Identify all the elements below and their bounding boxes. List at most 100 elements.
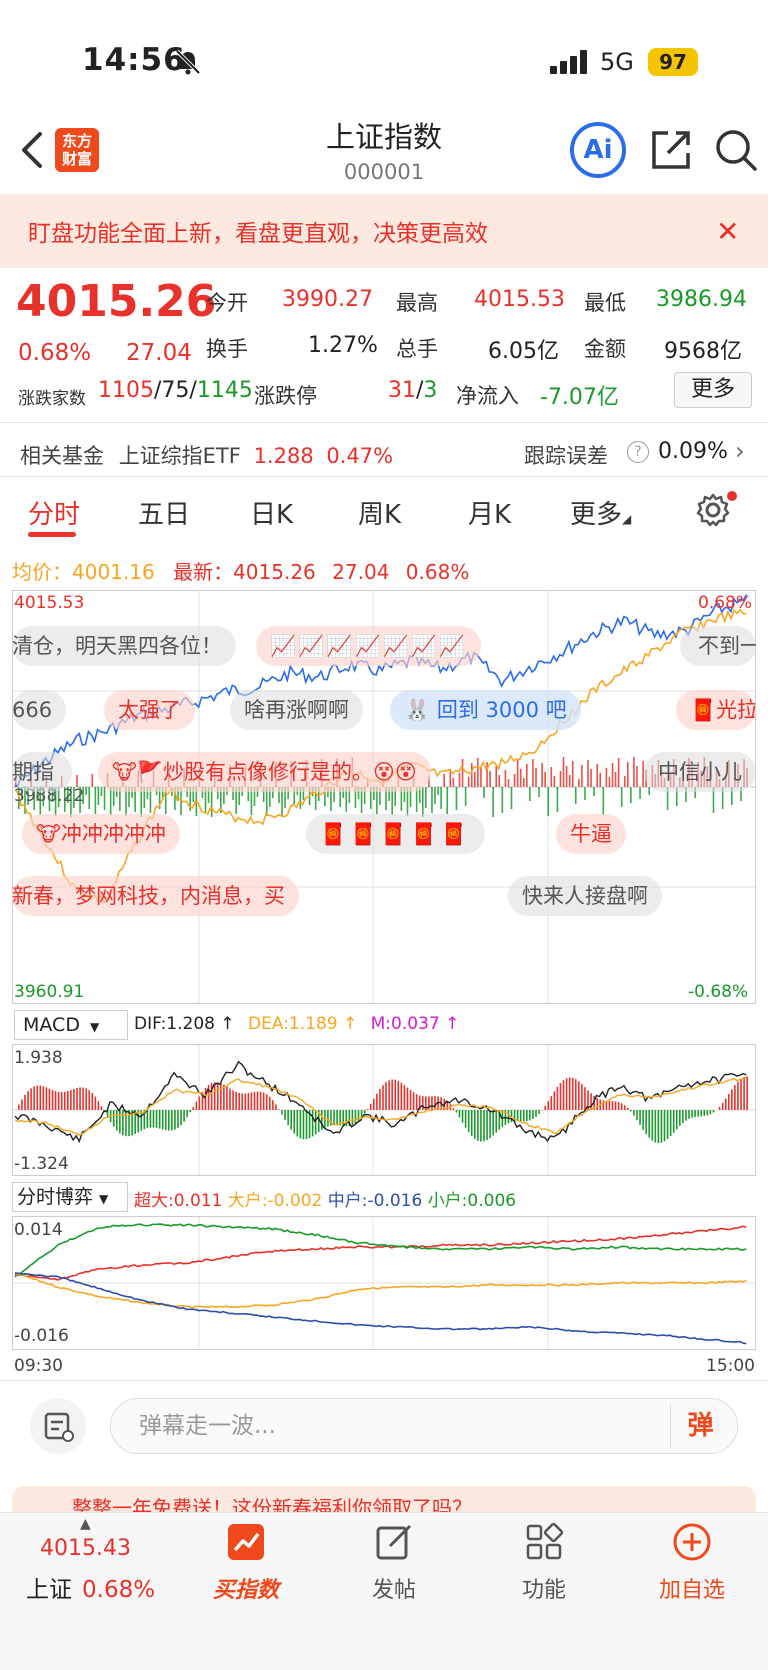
tab-daily-k[interactable]: 日K bbox=[250, 494, 293, 531]
volume-value: 6.05亿 bbox=[488, 339, 559, 364]
help-icon[interactable]: ? bbox=[627, 441, 649, 463]
danmu-emoji-comment[interactable]: 🧧🧧🧧🧧🧧 bbox=[306, 814, 485, 854]
flow-chart[interactable] bbox=[12, 1216, 756, 1350]
volume-bar bbox=[513, 774, 516, 787]
macd-bar bbox=[669, 1110, 672, 1137]
tab-more[interactable]: 更多◢ bbox=[570, 494, 631, 531]
gear-icon[interactable] bbox=[695, 492, 731, 528]
battery-indicator: 97 bbox=[648, 48, 698, 76]
macd-bar bbox=[685, 1110, 687, 1121]
macd-bar bbox=[376, 1093, 378, 1110]
danmu-comment[interactable]: 666 bbox=[12, 690, 67, 730]
macd-bar bbox=[553, 1091, 556, 1110]
macd-bar bbox=[278, 1109, 280, 1110]
danmu-input[interactable]: 弹幕走一波... bbox=[110, 1398, 738, 1454]
macd-bar bbox=[532, 1110, 534, 1120]
macd-bar bbox=[578, 1081, 580, 1110]
tab-weekly-k[interactable]: 周K bbox=[358, 494, 401, 531]
volume-bar bbox=[522, 778, 525, 787]
volume-bar bbox=[443, 774, 445, 787]
volume-bar bbox=[599, 773, 602, 787]
macd-bar bbox=[630, 1110, 632, 1112]
danmu-comment[interactable]: 🧧光拉 bbox=[676, 690, 756, 730]
danmu-comment[interactable]: 中信小儿 bbox=[644, 752, 756, 792]
macd-bar bbox=[734, 1085, 736, 1110]
volume-bar bbox=[565, 766, 568, 787]
volume-bar bbox=[431, 787, 433, 813]
danmu-emoji-comment[interactable]: 📈📈📈📈📈📈📈 bbox=[256, 626, 482, 666]
macd-bar bbox=[155, 1110, 158, 1128]
flow-indicator-select[interactable]: 分时博弈 ▼ bbox=[12, 1182, 128, 1212]
share-icon[interactable] bbox=[648, 127, 694, 173]
macd-bar bbox=[535, 1110, 537, 1117]
volume-bar bbox=[452, 778, 455, 787]
search-icon[interactable] bbox=[713, 127, 759, 173]
macd-bar bbox=[63, 1091, 66, 1110]
macd-bar bbox=[559, 1083, 562, 1110]
macd-bar bbox=[394, 1079, 397, 1110]
close-icon[interactable]: ✕ bbox=[716, 215, 739, 248]
macd-bar bbox=[712, 1110, 715, 1113]
danmu-comment[interactable]: 🐰 回到 3000 吧 bbox=[390, 690, 581, 730]
nav-post[interactable]: 发帖 bbox=[334, 1522, 454, 1604]
macd-bar bbox=[54, 1091, 57, 1110]
related-fund-row[interactable]: 相关基金 上证综指ETF 1.288 0.47% bbox=[20, 440, 393, 470]
tab-five-day[interactable]: 五日 bbox=[138, 494, 190, 531]
indicator-select[interactable]: MACD ▼ bbox=[14, 1010, 128, 1040]
danmu-comment[interactable]: 太强了 bbox=[104, 690, 195, 730]
danmu-comment[interactable]: 期指 bbox=[12, 752, 72, 792]
ai-icon[interactable]: Ai bbox=[570, 122, 626, 178]
danmu-comment[interactable]: 🐮冲冲冲冲冲 bbox=[22, 814, 180, 854]
macd-bar bbox=[584, 1087, 586, 1110]
danmu-comment[interactable]: 新春，梦网科技，内消息，买 bbox=[12, 876, 299, 916]
volume-bar bbox=[614, 772, 617, 787]
comment-list-icon[interactable] bbox=[30, 1398, 86, 1454]
macd-bar bbox=[574, 1079, 577, 1110]
volume-bar bbox=[633, 757, 635, 787]
nav-add-watchlist[interactable]: 加自选 bbox=[632, 1522, 752, 1604]
macd-chart-svg bbox=[13, 1045, 755, 1175]
amount-value: 9568亿 bbox=[664, 339, 742, 364]
tab-underline bbox=[28, 532, 76, 537]
nav-index-name[interactable]: 上证 0.68% bbox=[26, 1570, 155, 1604]
turnover-label: 换手 bbox=[206, 337, 248, 361]
macd-bar bbox=[461, 1110, 464, 1123]
macd-bar bbox=[18, 1104, 20, 1110]
volume-bar bbox=[550, 767, 553, 787]
macd-bar bbox=[30, 1088, 32, 1110]
macd-bar bbox=[39, 1085, 42, 1110]
danmu-comment[interactable]: 牛逼 bbox=[556, 814, 626, 854]
nav-functions[interactable]: 功能 bbox=[484, 1522, 604, 1604]
macd-chart[interactable] bbox=[12, 1044, 756, 1176]
more-button[interactable]: 更多 bbox=[674, 372, 752, 408]
macd-bar bbox=[614, 1101, 617, 1110]
chart-trend-icon bbox=[228, 1524, 264, 1560]
inflow-value: -7.07亿 bbox=[540, 385, 619, 410]
open-value: 3990.27 bbox=[282, 287, 373, 312]
volume-bar bbox=[620, 787, 623, 807]
tab-monthly-k[interactable]: 月K bbox=[468, 494, 511, 531]
macd-bar bbox=[455, 1110, 458, 1113]
nav-buy-index[interactable]: 买指数 bbox=[186, 1522, 306, 1604]
danmu-comment[interactable]: 不到一 bbox=[680, 626, 756, 666]
y-axis-top-label: 4015.53 bbox=[14, 593, 85, 613]
volume-bar bbox=[434, 787, 436, 804]
chart-info-row: 均价：4001.16 最新：4015.26 27.04 0.68% bbox=[12, 560, 470, 584]
volume-bar bbox=[489, 771, 491, 787]
danmu-comment[interactable]: 清仓，明天黑四各位！ bbox=[12, 626, 236, 666]
macd-bar bbox=[409, 1090, 412, 1110]
volume-bar bbox=[458, 773, 461, 787]
volume-bar bbox=[611, 763, 614, 787]
chevron-right-icon[interactable]: › bbox=[735, 437, 745, 465]
volume-bar bbox=[602, 787, 605, 815]
danmu-comment[interactable]: 🐮🚩炒股有点像修行是的。😵😵 bbox=[98, 752, 431, 792]
danmu-comment[interactable]: 快来人接盘啊 bbox=[508, 876, 662, 916]
danmu-comment[interactable]: 啥再涨啊啊 bbox=[230, 690, 363, 730]
macd-bar bbox=[73, 1088, 75, 1110]
tab-intraday[interactable]: 分时 bbox=[28, 494, 80, 531]
nav-index-price[interactable]: 4015.43 bbox=[40, 1536, 131, 1561]
macd-bar bbox=[241, 1093, 244, 1110]
macd-bar bbox=[115, 1110, 118, 1131]
macd-bar bbox=[76, 1087, 78, 1110]
danmu-send-button[interactable]: 弹 bbox=[670, 1404, 730, 1448]
